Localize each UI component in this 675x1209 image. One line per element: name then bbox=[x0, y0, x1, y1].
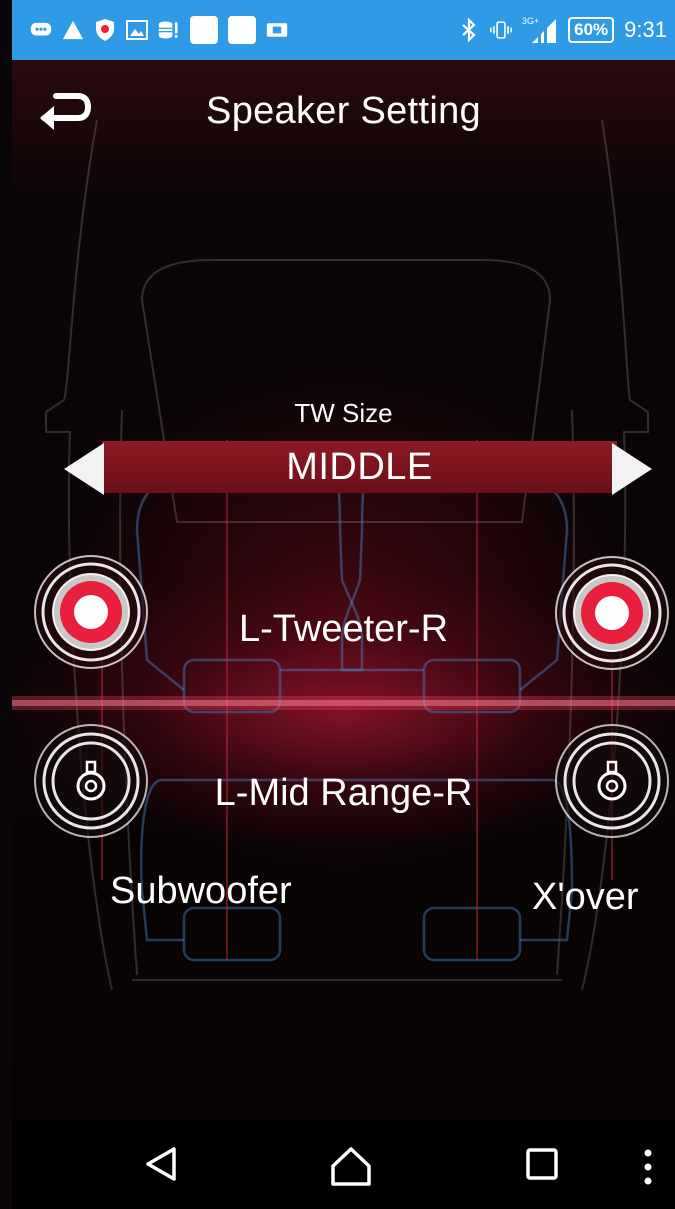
navigation-bar bbox=[12, 1120, 675, 1209]
tw-size-selector[interactable]: MIDDLE bbox=[102, 441, 617, 493]
tw-size-next-arrow-icon[interactable] bbox=[612, 443, 652, 495]
notification-icons bbox=[12, 16, 288, 44]
app-notification-icon bbox=[190, 16, 218, 44]
system-icons: 3G+ 60% 9:31 bbox=[458, 16, 675, 43]
speaker-setting-screen: Speaker Setting TW Size MIDDLE L-Tweeter… bbox=[12, 60, 675, 1120]
back-nav-button[interactable] bbox=[142, 1144, 182, 1189]
battery-level: 60% bbox=[574, 20, 609, 39]
tw-size-label: TW Size bbox=[294, 398, 393, 428]
right-tweeter-button[interactable] bbox=[553, 554, 671, 672]
more-options-button[interactable] bbox=[642, 1148, 654, 1193]
shield-icon bbox=[94, 19, 116, 41]
svg-text:3G+: 3G+ bbox=[522, 16, 539, 26]
tw-size-prev-arrow-icon[interactable] bbox=[64, 443, 104, 495]
page-title: Speaker Setting bbox=[206, 90, 481, 132]
database-alert-icon bbox=[158, 19, 180, 41]
mid-range-speaker-icon bbox=[555, 724, 669, 838]
bluetooth-icon bbox=[458, 18, 480, 42]
subwoofer-button[interactable]: Subwoofer bbox=[110, 870, 292, 913]
right-mid-range-button[interactable] bbox=[553, 722, 671, 840]
app-notification-icon-2 bbox=[228, 16, 256, 44]
tweeter-active-icon bbox=[555, 556, 669, 670]
image-icon bbox=[126, 19, 148, 41]
tw-size-value: MIDDLE bbox=[286, 445, 433, 488]
chat-bubble-icon bbox=[30, 19, 52, 41]
vibrate-icon bbox=[490, 19, 513, 41]
recents-nav-button[interactable] bbox=[522, 1144, 562, 1189]
home-nav-button[interactable] bbox=[328, 1144, 374, 1193]
home-icon bbox=[331, 1147, 371, 1186]
clock: 9:31 bbox=[624, 17, 667, 42]
triangle-back-icon bbox=[146, 1147, 176, 1181]
signal-3g-icon: 3G+ bbox=[522, 16, 558, 43]
xover-button[interactable]: X'over bbox=[532, 876, 639, 919]
square-recents-icon bbox=[526, 1148, 558, 1180]
vertical-dots-icon bbox=[644, 1149, 652, 1185]
sim-card-icon bbox=[266, 19, 288, 41]
battery-indicator: 60% bbox=[568, 17, 615, 43]
status-bar: 3G+ 60% 9:31 bbox=[12, 0, 675, 60]
warning-triangle-icon bbox=[62, 19, 84, 41]
